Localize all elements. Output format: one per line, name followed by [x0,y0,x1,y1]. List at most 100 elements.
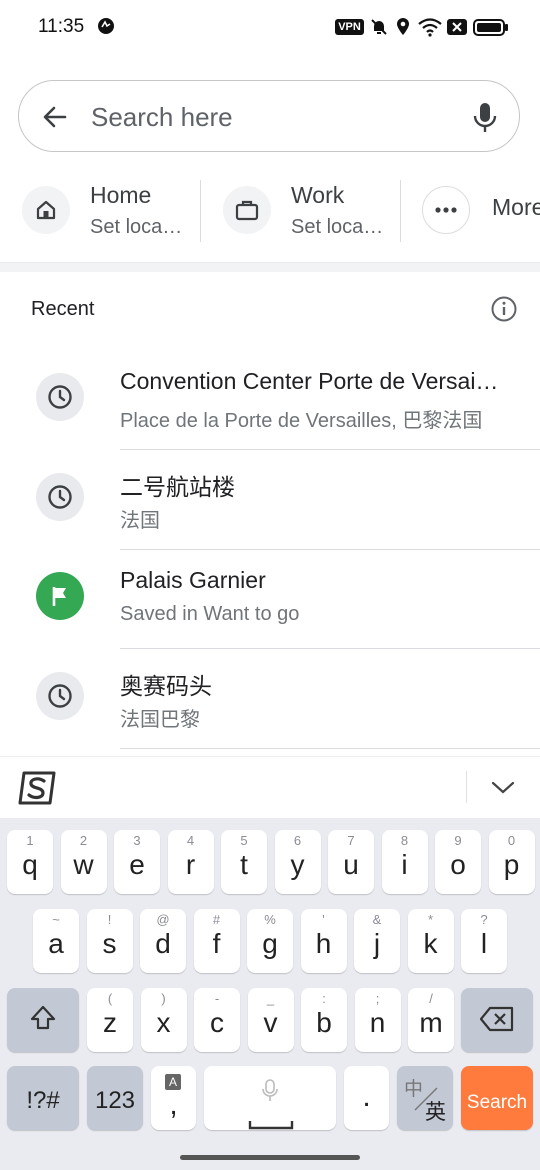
key-f[interactable]: # f [193,909,240,973]
key-x[interactable]: ) x [140,988,187,1052]
recent-item[interactable]: 二号航站楼 法国 [0,450,540,550]
key-label: c [210,1007,224,1038]
key-o[interactable]: 9o [435,830,481,894]
key-r[interactable]: 4r [167,830,214,894]
key-n[interactable]: ; n [354,988,401,1052]
divider [120,748,540,749]
key-hint: & [372,912,382,927]
key-label: j [373,928,381,959]
key-i[interactable]: 8i [381,830,428,894]
key-label: m [419,1007,443,1038]
back-arrow-icon[interactable] [41,103,69,131]
key-label: p [503,849,520,880]
key-hint: 0 [507,833,516,848]
recent-item[interactable]: 奥赛码头 法国巴黎 [0,649,540,749]
space-key[interactable] [204,1066,336,1130]
info-icon[interactable] [490,295,518,323]
recent-item-title: Convention Center Porte de Versai… [120,368,499,394]
key-hint: ; [375,991,380,1006]
key-hint: / [429,991,433,1006]
divider [200,180,201,242]
key-a[interactable]: ~ a [33,909,79,973]
comma-key-label: , [169,1088,178,1121]
key-s[interactable]: ! s [86,909,133,973]
key-h[interactable]: ' h [300,909,347,973]
more-horizontal-icon [422,186,470,234]
key-label: h [315,928,332,959]
home-icon [22,186,70,234]
numbers-key[interactable]: 123 [87,1066,143,1130]
key-hint: 2 [79,833,88,848]
key-label: y [290,849,305,880]
key-c[interactable]: -c [194,988,240,1052]
search-input[interactable] [91,99,451,135]
app-notification-icon [97,17,115,40]
key-label: i [401,849,408,880]
key-d[interactable]: @ d [140,909,186,973]
recent-item[interactable]: Convention Center Porte de Versai… Place… [0,350,540,450]
shortcut-work[interactable]: Work Set loca… [221,176,401,246]
key-k[interactable]: * k [407,909,454,973]
comma-key[interactable]: A , [151,1066,196,1130]
key-m[interactable]: / m [408,988,454,1052]
key-label: l [480,928,488,959]
search-key[interactable]: Search [461,1066,533,1130]
sogou-logo-icon[interactable] [18,769,58,807]
key-z[interactable]: (z [87,988,133,1052]
key-label: e [129,849,145,880]
key-v[interactable]: _ v [247,988,294,1052]
key-hint: - [214,991,220,1006]
key-hint: _ [266,991,275,1006]
key-t[interactable]: 5t [221,830,267,894]
recent-item[interactable]: Palais Garnier Saved in Want to go [0,549,540,649]
key-hint: 5 [240,833,248,848]
microphone-icon[interactable] [471,101,499,135]
symbols-key[interactable]: !?# [7,1066,79,1130]
key-hint: 4 [186,833,195,848]
key-label: d [155,928,171,959]
shortcut-more[interactable]: More [422,176,540,246]
key-u[interactable]: 7u [328,830,374,894]
status-bar: 11:35 VPN [0,0,540,56]
key-hint: ! [107,912,112,927]
recent-item-title: 二号航站楼 [120,474,235,500]
shift-key[interactable] [7,988,79,1052]
key-hint: ) [161,991,166,1006]
key-label: s [102,928,117,959]
key-label: w [73,849,94,880]
key-hint: ? [480,912,488,927]
key-p[interactable]: 0p [488,830,535,894]
key-y[interactable]: 6y [274,830,321,894]
key-label: u [343,849,359,880]
language-switch-key[interactable]: 中 英 [397,1066,453,1130]
key-g[interactable]: % g [247,909,293,973]
keyboard: 1q2w3e4r5t6y7u8i9o0p ~ a! s @ d # f% g ' h & j * k? l … [0,818,540,1170]
key-j[interactable]: & j [354,909,400,973]
key-b[interactable]: :b [301,988,347,1052]
key-hint: 3 [133,833,141,848]
shortcut-work-subtitle: Set loca… [291,216,384,238]
history-icon [36,672,84,720]
key-hint: % [264,912,276,927]
period-key[interactable]: . [344,1066,389,1130]
chevron-down-icon[interactable] [491,777,515,797]
key-hint: 9 [454,833,462,848]
search-bar [18,80,520,152]
key-hint: * [427,912,434,927]
key-q[interactable]: 1q [7,830,53,894]
shortcut-home[interactable]: Home Set loca… [20,176,200,246]
key-label: k [423,928,438,959]
recent-item-subtitle: 法国 [120,510,160,532]
numbers-key-label: 123 [94,1087,136,1114]
space-bar-icon [248,1106,294,1138]
key-label: r [185,849,196,880]
key-l[interactable]: ? l [461,909,507,973]
backspace-key[interactable] [461,988,533,1052]
search-key-label: Search [466,1092,528,1113]
divider [466,771,467,803]
key-w[interactable]: 2w [60,830,107,894]
key-e[interactable]: 3e [114,830,160,894]
key-hint: ( [107,991,113,1006]
key-label: a [48,928,64,959]
recent-item-subtitle: 法国巴黎 [120,709,200,731]
